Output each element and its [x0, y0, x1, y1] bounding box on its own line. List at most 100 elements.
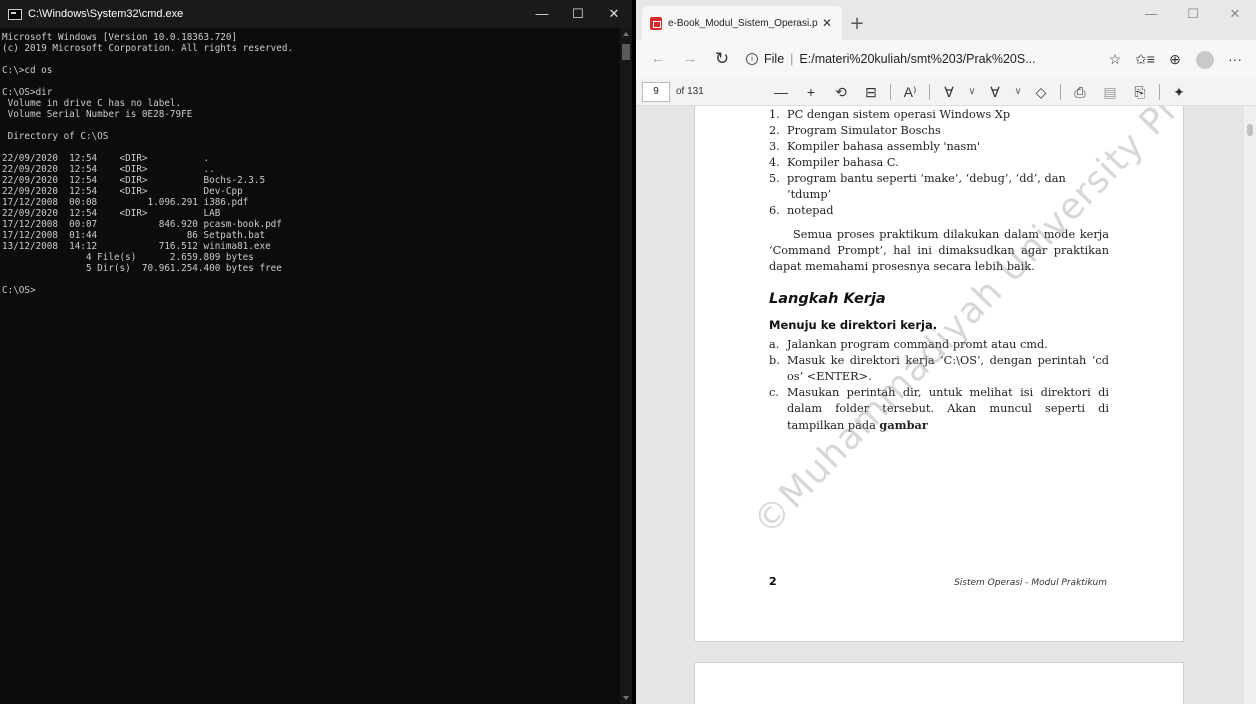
list-item: a. Jalankan program command promt atau cm…: [769, 337, 1109, 353]
info-icon[interactable]: i: [746, 53, 758, 65]
toolbar-divider: [929, 83, 930, 100]
fit-to-page-icon[interactable]: ⊟: [856, 80, 886, 104]
favorite-star-icon[interactable]: ☆: [1100, 45, 1130, 73]
avatar-icon: [1196, 51, 1214, 70]
cmd-titlebar[interactable]: C:\Windows\System32\cmd.exe — ☐ ✕: [0, 0, 632, 28]
list-item-text: Jalankan program command promt atau cmd.: [787, 337, 1109, 353]
erase-icon[interactable]: ◇: [1026, 80, 1056, 104]
url-text: E:/materi%20kuliah/smt%203/Prak%20S...: [799, 52, 1036, 66]
more-menu-icon[interactable]: ···: [1220, 45, 1250, 73]
list-item: 3. Kompiler bahasa assembly 'nasm': [769, 139, 1109, 155]
favorites-icon[interactable]: ✩≡: [1130, 45, 1160, 73]
list-item-body: notepad: [787, 204, 834, 217]
save-icon[interactable]: ▤: [1095, 80, 1125, 104]
highlight-chevron-icon[interactable]: ∨: [1010, 80, 1026, 104]
cmd-maximize-button[interactable]: ☐: [560, 0, 596, 28]
cmd-close-button[interactable]: ✕: [596, 0, 632, 28]
forward-button[interactable]: →: [674, 45, 706, 73]
pdf-scrollbar-thumb[interactable]: [1247, 124, 1253, 136]
console-line: 22/09/2020 12:54 <DIR> Dev-Cpp: [2, 186, 243, 197]
requirements-list: 1. PC dengan sistem operasi Windows Xp 2. P…: [769, 107, 1109, 219]
pdf-file-icon: [650, 16, 662, 30]
page-number: 2: [769, 575, 777, 588]
subsection-title: Menuju ke direktori kerja.: [769, 318, 938, 332]
list-item-number: 1.: [769, 108, 780, 121]
console-line: 13/12/2008 14:12 716.512 winima81.exe: [2, 241, 271, 252]
list-item-number: 4.: [769, 156, 780, 169]
page-content: 1. PC dengan sistem operasi Windows Xp 2. P…: [769, 107, 1109, 434]
read-aloud-icon[interactable]: A⁾: [895, 80, 925, 104]
pin-toolbar-icon[interactable]: ✦: [1164, 80, 1194, 104]
list-item: c. Masukan perintah dir, untuk melihat is…: [769, 385, 1109, 434]
cmd-window-title: C:\Windows\System32\cmd.exe: [28, 8, 184, 20]
cmd-console-output[interactable]: Microsoft Windows [Version 10.0.18363.72…: [0, 28, 620, 704]
edge-minimize-button[interactable]: —: [1130, 0, 1172, 30]
list-item-number: 2.: [769, 124, 780, 137]
rotate-icon[interactable]: ⟲: [826, 80, 856, 104]
list-item: 6. notepad: [769, 203, 1109, 219]
toolbar-divider: [1159, 83, 1160, 100]
list-item-text: Masukan perintah dir, untuk melihat isi …: [787, 385, 1109, 434]
save-as-icon[interactable]: ⎘: [1125, 80, 1155, 104]
back-button[interactable]: ←: [642, 45, 674, 73]
footer-title: Sistem Operasi - Modul Praktikum: [954, 578, 1107, 588]
list-item-text: PC dengan sistem operasi Windows Xp: [787, 107, 1109, 123]
toolbar-divider: [890, 83, 891, 100]
list-item-body: Kompiler bahasa assembly 'nasm': [787, 140, 981, 153]
scroll-down-arrow-icon[interactable]: [623, 696, 629, 700]
scroll-up-arrow-icon[interactable]: [623, 32, 629, 36]
address-bar-row: ← → ↻ i File | E:/materi%20kuliah/smt%20…: [636, 40, 1256, 78]
console-line: Microsoft Windows [Version 10.0.18363.72…: [2, 32, 238, 43]
console-line: C:\OS>dir: [2, 87, 53, 98]
pdf-scrollbar[interactable]: [1244, 106, 1256, 704]
tab-title: e-Book_Modul_Sistem_Operasi.p: [668, 17, 818, 29]
profile-avatar[interactable]: [1190, 45, 1220, 73]
collections-icon[interactable]: ⊕: [1160, 45, 1190, 73]
console-line: Volume Serial Number is 0E28-79FE: [2, 109, 193, 120]
tab-close-button[interactable]: ✕: [820, 16, 834, 30]
console-line: Directory of C:\OS: [2, 131, 109, 142]
toolbar-divider: [1060, 83, 1061, 100]
console-line: C:\OS>: [2, 285, 36, 296]
pdf-viewer[interactable]: 1. PC dengan sistem operasi Windows Xp 2. P…: [636, 106, 1256, 704]
edge-close-button[interactable]: ✕: [1214, 0, 1256, 30]
console-line: 17/12/2008 00:08 1.096.291 i386.pdf: [2, 197, 249, 208]
cmd-app-icon: [8, 8, 22, 20]
list-item: b. Masuk ke direktori kerja ‘C:\OS’, deng…: [769, 353, 1109, 385]
cmd-scrollbar[interactable]: [620, 28, 632, 704]
list-item: 2. Program Simulator Boschs: [769, 123, 1109, 139]
console-line: (c) 2019 Microsoft Corporation. All righ…: [2, 43, 294, 54]
console-line: 17/12/2008 00:07 846.920 pcasm-book.pdf: [2, 219, 282, 230]
list-item-body: Program Simulator Boschs: [787, 124, 941, 137]
list-item-body: PC dengan sistem operasi Windows Xp: [787, 108, 1011, 121]
pdf-toolbar: 9 of 131 — + ⟲ ⊟ A⁾ ∀ ∨ ∀ ∨ ◇ ⎙ ▤ ⎘ ✦: [636, 78, 1256, 106]
zoom-in-button[interactable]: +: [796, 80, 826, 104]
edge-maximize-button[interactable]: ☐: [1172, 0, 1214, 30]
cmd-scrollbar-thumb[interactable]: [622, 44, 630, 60]
address-bar[interactable]: i File | E:/materi%20kuliah/smt%203/Prak…: [738, 45, 1100, 73]
highlight-icon[interactable]: ∀: [980, 80, 1010, 104]
steps-list: a. Jalankan program command promt atau cm…: [769, 337, 1109, 434]
tab-ebook-pdf[interactable]: e-Book_Modul_Sistem_Operasi.p ✕: [642, 6, 842, 40]
pdf-page-next: [694, 662, 1184, 704]
zoom-out-button[interactable]: —: [766, 80, 796, 104]
list-item-body: Kompiler bahasa C.: [787, 156, 899, 169]
page-number-input[interactable]: 9: [642, 81, 670, 102]
refresh-button[interactable]: ↻: [706, 45, 738, 73]
draw-chevron-icon[interactable]: ∨: [964, 80, 980, 104]
console-line: Volume in drive C has no label.: [2, 98, 182, 109]
edge-window-controls: — ☐ ✕: [1130, 0, 1256, 30]
list-item-text: Kompiler bahasa assembly 'nasm': [787, 139, 1109, 155]
new-tab-button[interactable]: +: [842, 6, 872, 40]
console-line: 4 File(s) 2.659.809 bytes: [2, 252, 254, 263]
draw-icon[interactable]: ∀: [934, 80, 964, 104]
list-item: 5. program bantu seperti ‘make’, ‘debug’,…: [769, 171, 1109, 203]
console-line: 5 Dir(s) 70.961.254.400 bytes free: [2, 263, 282, 274]
print-icon[interactable]: ⎙: [1065, 80, 1095, 104]
cmd-minimize-button[interactable]: —: [524, 0, 560, 28]
